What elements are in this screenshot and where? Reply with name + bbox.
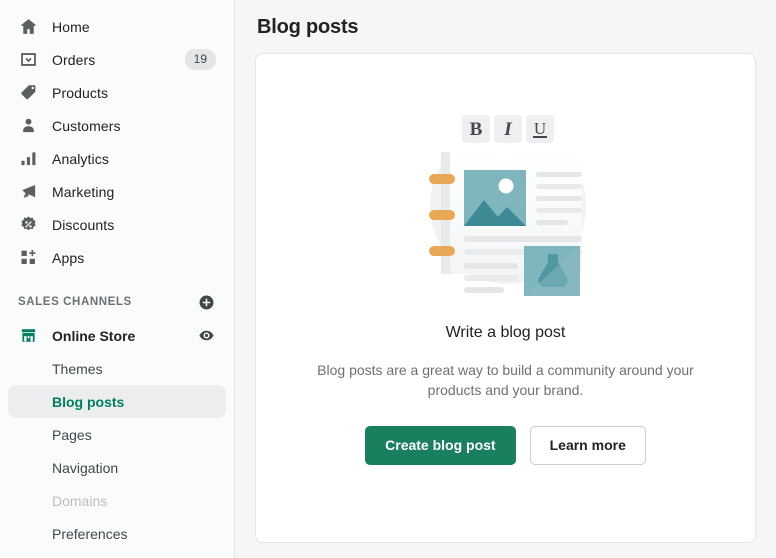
online-store-label: Online Store xyxy=(52,327,136,344)
sales-channels-title: SALES CHANNELS xyxy=(18,296,132,308)
sidebar-item-themes[interactable]: Themes xyxy=(8,352,226,385)
products-icon xyxy=(18,83,38,103)
sales-channels-header: SALES CHANNELS xyxy=(8,287,226,317)
sidebar-item-marketing[interactable]: Marketing xyxy=(8,175,226,208)
page-title: Blog posts xyxy=(257,16,359,38)
sidebar-item-label: Pages xyxy=(52,426,92,443)
sidebar-item-label: Discounts xyxy=(52,216,115,233)
svg-text:B: B xyxy=(469,119,482,140)
sidebar-item-label: Marketing xyxy=(52,183,115,200)
sidebar-item-label: Apps xyxy=(52,249,85,266)
create-blog-post-button[interactable]: Create blog post xyxy=(365,426,516,465)
sidebar-item-blog-posts[interactable]: Blog posts xyxy=(8,385,226,418)
svg-text:U: U xyxy=(533,119,545,138)
empty-state-body: Blog posts are a great way to build a co… xyxy=(317,362,694,398)
sidebar-item-label: Home xyxy=(52,18,90,35)
sidebar-item-preferences[interactable]: Preferences xyxy=(8,517,226,550)
sidebar-item-discounts[interactable]: Discounts xyxy=(8,208,226,241)
sidebar-item-pages[interactable]: Pages xyxy=(8,418,226,451)
sidebar-item-home[interactable]: Home xyxy=(8,10,226,43)
sidebar-item-products[interactable]: Products xyxy=(8,76,226,109)
main-content: Blog posts B I U Write a blog post Blog … xyxy=(235,0,776,558)
storefront-icon xyxy=(18,326,38,346)
plus-circle-icon[interactable] xyxy=(196,292,216,312)
sidebar-item-navigation[interactable]: Navigation xyxy=(8,451,226,484)
sidebar-item-apps[interactable]: Apps xyxy=(8,241,226,274)
sidebar-item-analytics[interactable]: Analytics xyxy=(8,142,226,175)
sidebar-item-label: Themes xyxy=(52,360,103,377)
sidebar-item-label: Blog posts xyxy=(52,393,125,410)
apps-icon xyxy=(18,248,38,268)
sidebar: Home Orders 19 Products Customers Analyt… xyxy=(0,0,235,558)
svg-text:I: I xyxy=(503,119,512,140)
orders-icon xyxy=(18,50,38,70)
sidebar-item-label: Navigation xyxy=(52,459,119,476)
admin-app: Home Orders 19 Products Customers Analyt… xyxy=(0,0,776,558)
sidebar-item-label: Products xyxy=(52,84,109,101)
sidebar-item-label: Domains xyxy=(52,492,108,509)
sidebar-item-label: Analytics xyxy=(52,150,109,167)
analytics-icon xyxy=(18,149,38,169)
sidebar-item-domains: Domains xyxy=(8,484,226,517)
sidebar-item-label: Customers xyxy=(52,117,121,134)
learn-more-button[interactable]: Learn more xyxy=(529,426,646,465)
sidebar-item-label: Orders xyxy=(52,51,96,68)
orders-count-badge: 19 xyxy=(184,49,216,70)
blog-post-editor-illustration: B I U xyxy=(396,94,616,304)
eye-icon[interactable] xyxy=(196,326,216,346)
sidebar-item-customers[interactable]: Customers xyxy=(8,109,226,142)
sidebar-item-label: Preferences xyxy=(52,525,128,542)
home-icon xyxy=(18,17,38,37)
empty-state-card: B I U Write a blog post Blog posts are a… xyxy=(255,53,756,543)
sidebar-item-online-store[interactable]: Online Store xyxy=(8,319,226,352)
marketing-icon xyxy=(18,182,38,202)
discounts-icon xyxy=(18,215,38,235)
sidebar-item-orders[interactable]: Orders 19 xyxy=(8,43,226,76)
empty-state-title: Write a blog post xyxy=(445,324,566,341)
empty-state-actions: Create blog post Learn more xyxy=(365,426,646,465)
customers-icon xyxy=(18,116,38,136)
